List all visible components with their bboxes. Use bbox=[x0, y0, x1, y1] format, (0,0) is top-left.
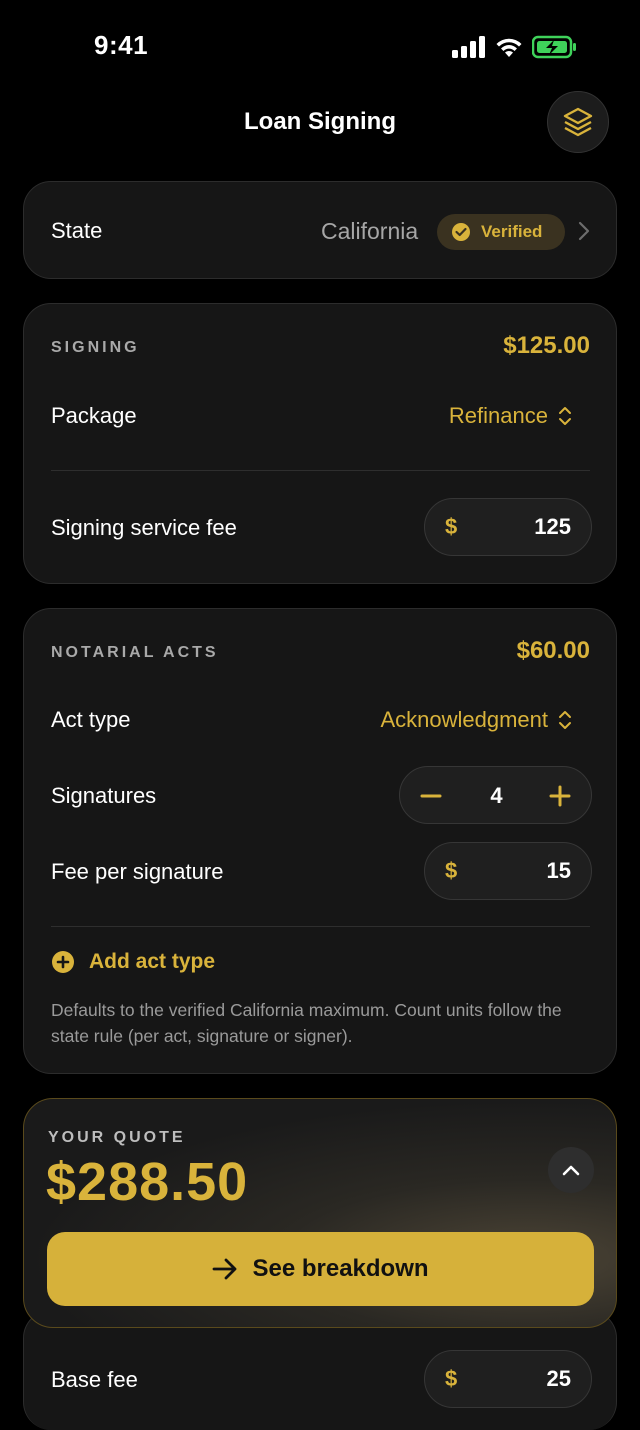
fee-per-signature-value: 15 bbox=[546, 858, 571, 883]
base-fee-label: Base fee bbox=[51, 1367, 138, 1392]
verified-label: Verified bbox=[481, 222, 543, 241]
chevron-right-icon bbox=[578, 221, 590, 241]
currency-symbol: $ bbox=[445, 1366, 458, 1391]
currency-symbol: $ bbox=[445, 514, 458, 539]
layers-icon bbox=[563, 107, 593, 137]
act-type-label: Act type bbox=[51, 707, 131, 732]
verified-badge: Verified bbox=[437, 214, 565, 250]
divider bbox=[51, 926, 590, 927]
plus-circle-icon bbox=[52, 951, 74, 973]
divider bbox=[51, 470, 590, 471]
arrow-right-icon bbox=[213, 1258, 237, 1280]
fee-per-signature-input[interactable]: $ 15 bbox=[424, 842, 592, 900]
section-title-notarial: NOTARIAL ACTS bbox=[51, 644, 219, 661]
collapse-button[interactable] bbox=[548, 1147, 594, 1193]
see-breakdown-button[interactable]: See breakdown bbox=[47, 1232, 594, 1306]
battery-charging-icon bbox=[532, 35, 576, 59]
signatures-label: Signatures bbox=[51, 783, 157, 808]
signing-total: $125.00 bbox=[503, 332, 590, 359]
chevron-updown-icon bbox=[559, 711, 571, 729]
add-act-type-label: Add act type bbox=[89, 950, 216, 973]
section-title-signing: SIGNING bbox=[51, 339, 140, 356]
notarial-acts-card: NOTARIAL ACTS $60.00 Act type Acknowledg… bbox=[23, 608, 617, 1074]
signing-fee-input[interactable]: $ 125 bbox=[424, 498, 592, 556]
check-circle-icon bbox=[452, 223, 470, 241]
state-label: State bbox=[51, 218, 103, 243]
notarial-total: $60.00 bbox=[516, 637, 590, 664]
signing-fee-value: 125 bbox=[534, 514, 571, 539]
status-time: 9:41 bbox=[94, 30, 149, 60]
act-type-value: Acknowledgment bbox=[380, 707, 548, 732]
wifi-icon bbox=[496, 38, 522, 57]
currency-symbol: $ bbox=[445, 858, 458, 883]
base-fee-value: 25 bbox=[546, 1366, 571, 1391]
plus-icon[interactable] bbox=[549, 785, 571, 807]
quote-amount: $288.50 bbox=[46, 1152, 249, 1212]
notarial-note: Defaults to the verified California maxi… bbox=[51, 1000, 562, 1046]
layers-button[interactable] bbox=[547, 91, 609, 153]
state-row[interactable]: State California Verified bbox=[23, 181, 617, 279]
state-value: California bbox=[321, 218, 419, 244]
add-act-type-button[interactable]: Add act type bbox=[51, 950, 215, 974]
package-select[interactable]: Refinance bbox=[449, 403, 572, 429]
signing-fee-label: Signing service fee bbox=[51, 515, 237, 540]
base-fee-input[interactable]: $ 25 bbox=[424, 1350, 592, 1408]
quote-label: YOUR QUOTE bbox=[48, 1129, 186, 1146]
chevron-up-icon bbox=[562, 1165, 580, 1176]
see-breakdown-label: See breakdown bbox=[252, 1255, 429, 1282]
signing-card: SIGNING $125.00 Package Refinance Signin… bbox=[23, 303, 617, 584]
package-label: Package bbox=[51, 403, 137, 428]
quote-card: YOUR QUOTE $288.50 See breakdown bbox=[23, 1098, 617, 1328]
signatures-stepper: 4 bbox=[399, 766, 592, 824]
package-value: Refinance bbox=[448, 403, 548, 428]
chevron-updown-icon bbox=[559, 407, 571, 425]
page-title: Loan Signing bbox=[244, 108, 396, 135]
act-type-select[interactable]: Acknowledgment bbox=[380, 707, 572, 733]
signal-icon bbox=[452, 36, 485, 58]
status-icons bbox=[452, 34, 578, 60]
base-fee-card: Base fee $ 25 bbox=[23, 1310, 617, 1430]
fee-per-signature-label: Fee per signature bbox=[51, 859, 224, 884]
